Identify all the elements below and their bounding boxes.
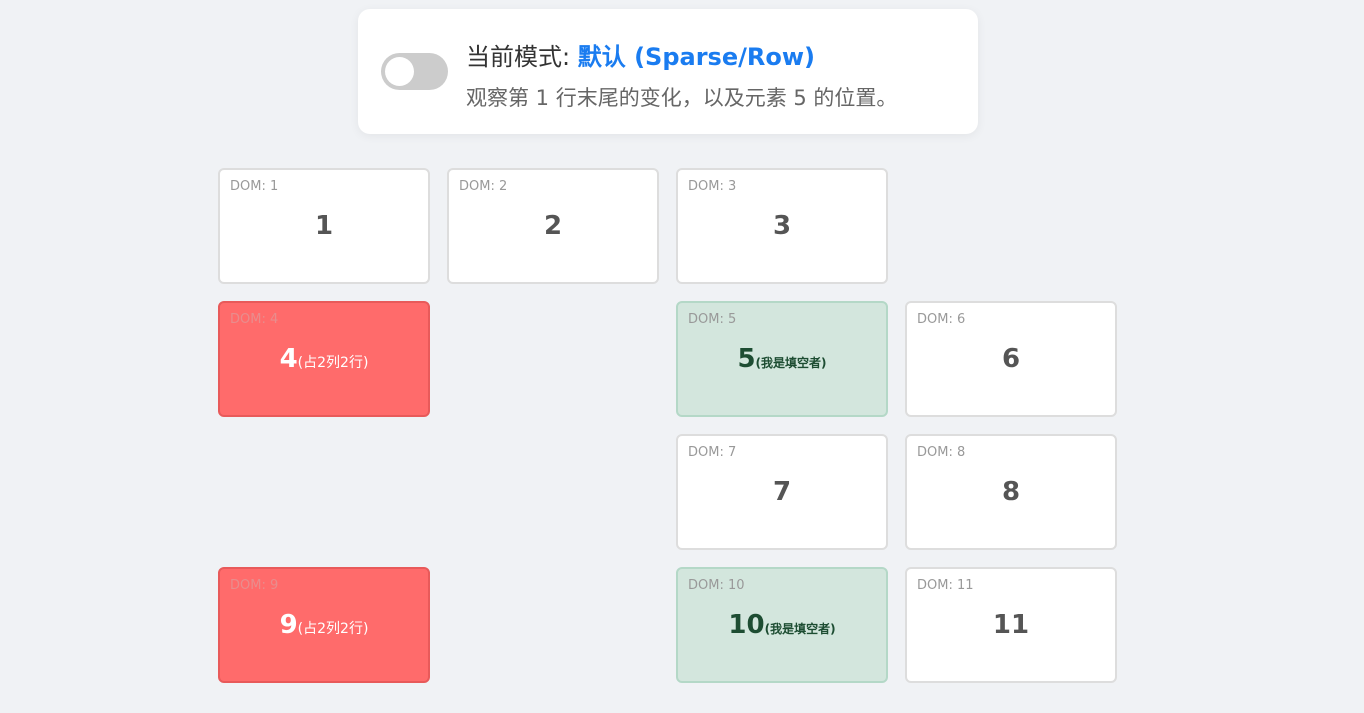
item-number: 2 — [543, 211, 563, 241]
item-number: 11 — [992, 610, 1030, 640]
dom-index-label: DOM: 11 — [917, 578, 974, 593]
grid-item-4: DOM: 4 4 (占2列2行) — [218, 301, 430, 417]
item-number: 8 — [1001, 477, 1021, 507]
grid-container: DOM: 1 1 DOM: 2 2 DOM: 3 3 DOM: 4 4 (占2列2… — [218, 168, 1117, 683]
mode-panel: 当前模式: 默认 (Sparse/Row) 观察第 1 行末尾的变化，以及元素 … — [358, 9, 978, 134]
item-number: 3 — [772, 211, 792, 241]
dom-index-label: DOM: 4 — [230, 312, 279, 327]
grid-item-7: DOM: 7 7 — [676, 434, 888, 550]
mode-prefix: 当前模式: — [466, 43, 578, 71]
mode-value: 默认 (Sparse/Row) — [577, 43, 815, 71]
mode-line: 当前模式: 默认 (Sparse/Row) — [466, 37, 815, 72]
dom-index-label: DOM: 5 — [688, 312, 737, 327]
dom-index-label: DOM: 3 — [688, 179, 737, 194]
dom-index-label: DOM: 8 — [917, 445, 966, 460]
item-number: 4 — [279, 344, 298, 374]
grid-item-8: DOM: 8 8 — [905, 434, 1117, 550]
grid-item-6: DOM: 6 6 — [905, 301, 1117, 417]
item-number: 10 — [728, 610, 765, 640]
item-note: (占2列2行) — [297, 355, 369, 371]
dom-index-label: DOM: 7 — [688, 445, 737, 460]
item-number: 5 — [737, 344, 756, 374]
mode-toggle[interactable] — [381, 53, 448, 90]
grid-item-11: DOM: 11 11 — [905, 567, 1117, 683]
item-note: (我是填空者) — [764, 622, 836, 636]
grid-item-5: DOM: 5 5 (我是填空者) — [676, 301, 888, 417]
grid-item-3: DOM: 3 3 — [676, 168, 888, 284]
item-number: 6 — [1001, 344, 1021, 374]
item-note: (我是填空者) — [755, 356, 827, 370]
dom-index-label: DOM: 1 — [230, 179, 279, 194]
grid-item-2: DOM: 2 2 — [447, 168, 659, 284]
item-number: 7 — [772, 477, 792, 507]
grid-item-10: DOM: 10 10 (我是填空者) — [676, 567, 888, 683]
grid-item-1: DOM: 1 1 — [218, 168, 430, 284]
grid-item-9: DOM: 9 9 (占2列2行) — [218, 567, 430, 683]
dom-index-label: DOM: 6 — [917, 312, 966, 327]
dom-index-label: DOM: 2 — [459, 179, 508, 194]
item-note: (占2列2行) — [297, 621, 369, 637]
dom-index-label: DOM: 9 — [230, 578, 279, 593]
item-number: 1 — [314, 211, 334, 241]
item-number: 9 — [279, 610, 298, 640]
mode-description: 观察第 1 行末尾的变化，以及元素 5 的位置。 — [466, 86, 898, 110]
dom-index-label: DOM: 10 — [688, 578, 745, 593]
toggle-knob — [385, 57, 414, 86]
